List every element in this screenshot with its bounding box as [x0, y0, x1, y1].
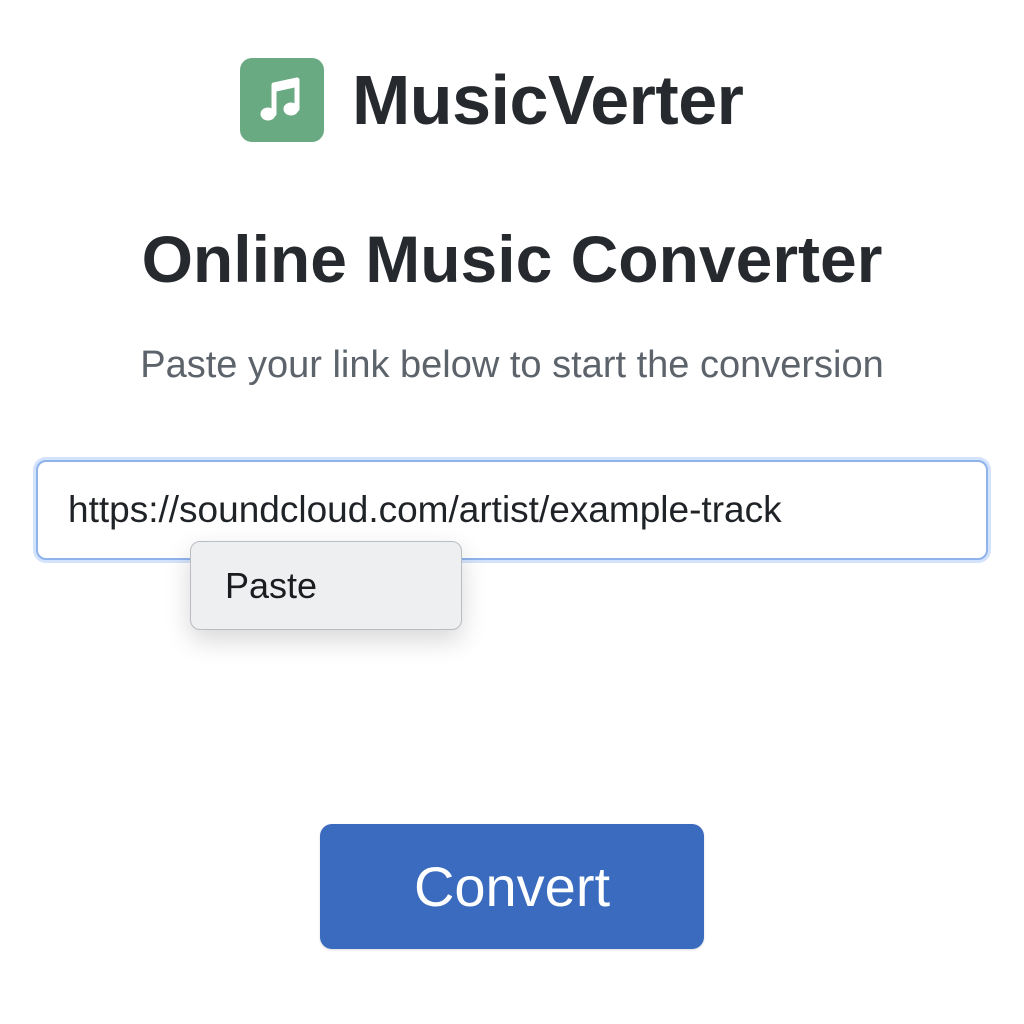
convert-button[interactable]: Convert [320, 824, 704, 949]
menu-item-paste[interactable]: Paste [191, 567, 317, 604]
brand-header: MusicVerter [240, 58, 744, 142]
url-input[interactable] [38, 462, 986, 558]
url-field-container [36, 460, 988, 560]
context-menu: Paste [190, 541, 462, 630]
page-subtitle: Paste your link below to start the conve… [140, 344, 884, 386]
page-title: Online Music Converter [141, 222, 883, 296]
music-note-icon [260, 77, 300, 121]
brand-name: MusicVerter [352, 61, 744, 139]
logo [240, 58, 324, 142]
page: MusicVerter Online Music Converter Paste… [0, 0, 1024, 1024]
